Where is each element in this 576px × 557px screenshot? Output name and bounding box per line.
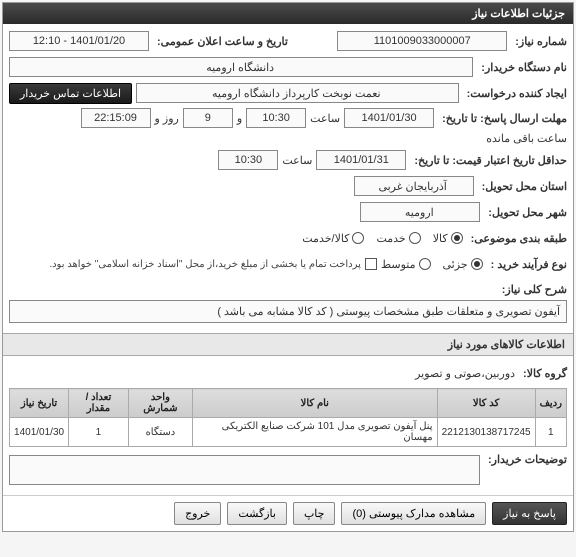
radio-medium[interactable]: متوسط [381,258,431,271]
exit-button[interactable]: خروج [174,502,221,525]
radio-both[interactable]: کالا/خدمت [302,232,364,245]
back-button[interactable]: بازگشت [227,502,287,525]
countdown-suffix: ساعت باقی مانده [486,132,567,145]
items-section-title: اطلاعات کالاهای مورد نیاز [3,333,573,356]
time-label-2: ساعت [282,154,312,167]
proc-type-label: نوع فرآیند خرید : [487,258,567,271]
th-name: نام کالا [193,389,438,418]
price-valid-label: حداقل تاریخ اعتبار قیمت: تا تاریخ: [410,154,567,167]
td-unit: دستگاه [128,418,192,447]
and-label: و [237,112,242,125]
radio-service[interactable]: خدمت [376,232,420,245]
th-qty: تعداد / مقدار [69,389,129,418]
td-qty: 1 [69,418,129,447]
table-row: 1 2212130138717245 پنل آیفون تصویری مدل … [10,418,567,447]
requester-value: نعمت نوبخت کارپرداز دانشگاه ارومیه [136,83,459,103]
reply-button[interactable]: پاسخ به نیاز [492,502,567,525]
deadline-time: 10:30 [246,108,306,128]
days-remaining: 9 [183,108,233,128]
countdown-value: 22:15:09 [81,108,151,128]
treasury-checkbox[interactable] [365,258,377,270]
group-label: گروه کالا: [519,367,567,380]
items-table: ردیف کد کالا نام کالا واحد شمارش تعداد /… [9,388,567,447]
need-no-value: 1101009033000007 [337,31,507,51]
announce-value: 1401/01/20 - 12:10 [9,31,149,51]
radio-minor[interactable]: جزئی [443,258,483,271]
city-value: ارومیه [360,202,480,222]
deadline-label: مهلت ارسال پاسخ: تا تاریخ: [438,112,567,125]
group-value: دوربین،صوتی و تصویر [415,367,515,380]
th-row: ردیف [535,389,566,418]
time-label-1: ساعت [310,112,340,125]
footer-buttons: پاسخ به نیاز مشاهده مدارک پیوستی (0) چاپ… [3,495,573,531]
buyer-notes-label: توضیحات خریدار: [484,453,567,466]
attachments-button[interactable]: مشاهده مدارک پیوستی (0) [341,502,486,525]
td-code: 2212130138717245 [437,418,535,447]
items-section-body: گروه کالا: دوربین،صوتی و تصویر ردیف کد ک… [3,356,573,495]
buyer-notes-box [9,455,480,485]
subject-class-radios: کالا خدمت کالا/خدمت [302,232,462,245]
proc-type-radios: جزئی متوسط [381,258,483,271]
td-date: 1401/01/30 [10,418,69,447]
panel-title: جزئیات اطلاعات نیاز [3,3,573,24]
radio-goods[interactable]: کالا [433,232,463,245]
deadline-date: 1401/01/30 [344,108,434,128]
main-form: شماره نیاز: 1101009033000007 تاریخ و ساع… [3,24,573,333]
table-header-row: ردیف کد کالا نام کالا واحد شمارش تعداد /… [10,389,567,418]
province-value: آذربایجان غربی [354,176,474,196]
province-label: استان محل تحویل: [478,180,567,193]
buyer-org-label: نام دستگاه خریدار: [477,61,567,74]
price-valid-date: 1401/01/31 [316,150,406,170]
th-unit: واحد شمارش [128,389,192,418]
th-code: کد کالا [437,389,535,418]
td-row: 1 [535,418,566,447]
subject-class-label: طبقه بندی موضوعی: [467,232,567,245]
treasury-note: پرداخت تمام یا بخشی از مبلغ خرید،از محل … [49,259,361,270]
td-name: پنل آیفون تصویری مدل 101 شرکت صنایع الکت… [193,418,438,447]
need-description: آیفون تصویری و متعلقات طبق مشخصات پیوستی… [9,300,567,323]
price-valid-time: 10:30 [218,150,278,170]
requester-label: ایجاد کننده درخواست: [463,87,567,100]
desc-label: شرح کلی نیاز: [498,283,567,296]
city-label: شهر محل تحویل: [484,206,567,219]
need-details-panel: جزئیات اطلاعات نیاز شماره نیاز: 11010090… [2,2,574,532]
announce-label: تاریخ و ساعت اعلان عمومی: [153,35,288,48]
need-no-label: شماره نیاز: [511,35,567,48]
buyer-org-value: دانشگاه ارومیه [9,57,473,77]
buyer-contact-button[interactable]: اطلاعات تماس خریدار [9,83,132,104]
print-button[interactable]: چاپ [293,502,336,525]
days-word: روز و [155,112,179,125]
th-date: تاریخ نیاز [10,389,69,418]
